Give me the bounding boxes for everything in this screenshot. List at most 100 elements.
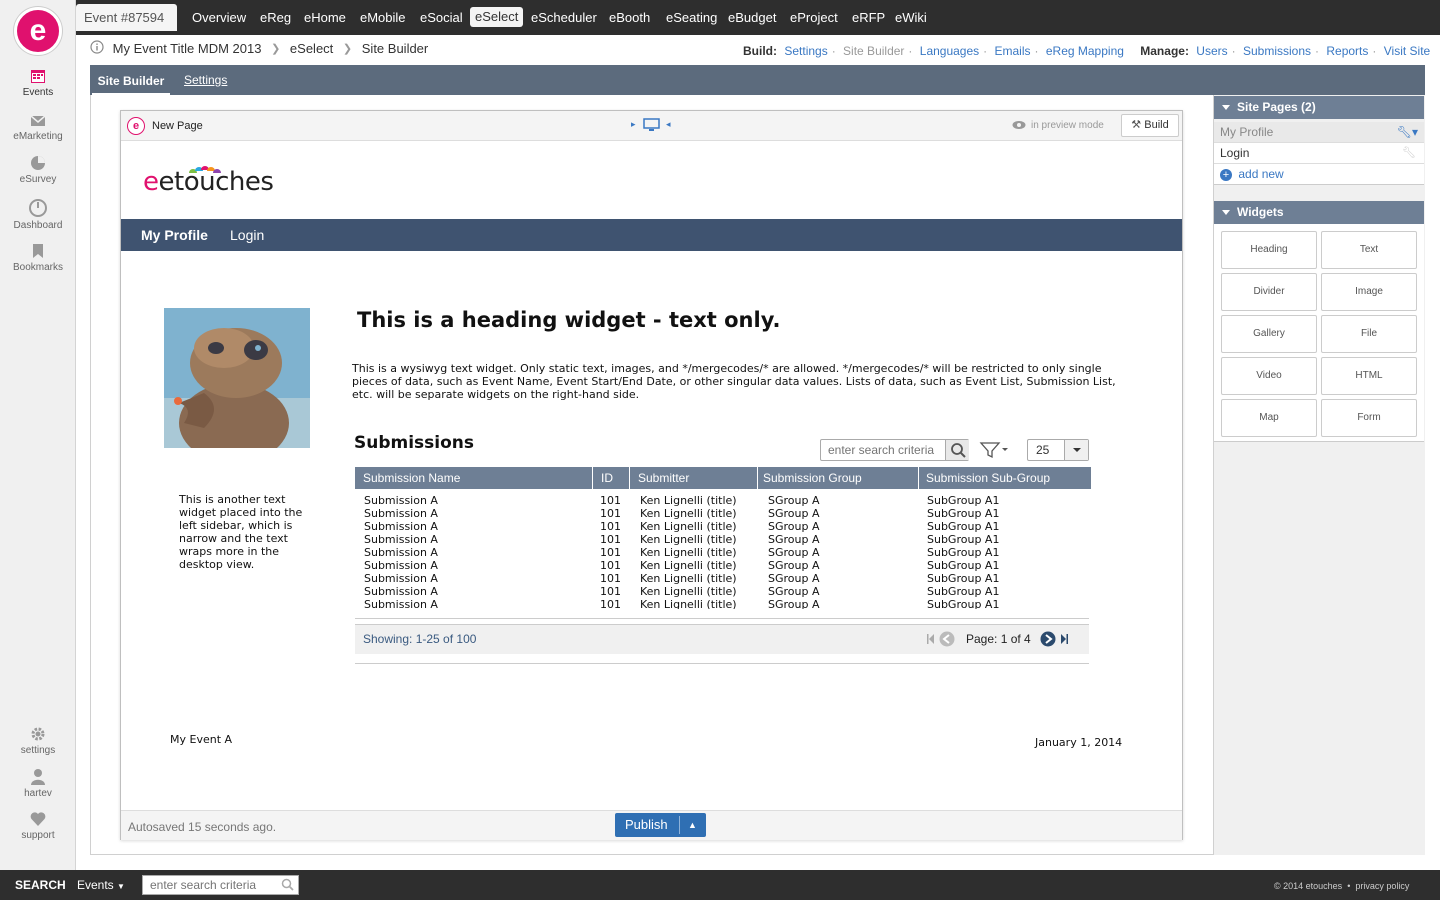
per-page-select[interactable]: 25 xyxy=(1027,439,1089,461)
global-search[interactable] xyxy=(142,875,299,895)
filter-icon[interactable] xyxy=(979,441,1011,462)
module-emobile[interactable]: eMobile xyxy=(360,0,406,35)
heading-widget[interactable]: This is a heading widget - text only. xyxy=(357,308,780,332)
module-eproject[interactable]: eProject xyxy=(790,0,838,35)
build-link-ereg-mapping[interactable]: eReg Mapping xyxy=(1046,44,1124,58)
breadcrumb-module[interactable]: eSelect xyxy=(290,41,333,56)
nav-item-esurvey[interactable]: eSurvey xyxy=(0,155,76,185)
site-page-login[interactable]: Login 🔧︎ xyxy=(1214,143,1424,164)
table-cell: SubGroup A1 xyxy=(927,507,1000,520)
footer-event-name[interactable]: My Event A xyxy=(170,733,232,746)
module-ereg[interactable]: eReg xyxy=(260,0,291,35)
tab-settings[interactable]: Settings xyxy=(184,73,227,87)
top-module-bar: Event #87594 Overview eReg eHome eMobile… xyxy=(76,0,1440,35)
site-nav-my-profile[interactable]: My Profile xyxy=(141,219,208,251)
sidebar-text-widget[interactable]: This is another text widget placed into … xyxy=(179,493,304,571)
etouches-logo[interactable]: e xyxy=(14,7,62,55)
publish-button[interactable]: Publish ▲ xyxy=(615,813,706,837)
module-ewiki[interactable]: eWiki xyxy=(895,0,927,35)
event-tab[interactable]: Event #87594 xyxy=(76,4,177,31)
table-cell: Ken Lignelli (title) xyxy=(640,533,737,546)
widget-image[interactable]: Image xyxy=(1321,273,1417,311)
module-escheduler[interactable]: eScheduler xyxy=(531,0,597,35)
prev-page-icon[interactable] xyxy=(939,631,955,650)
nav-item-settings[interactable]: settings xyxy=(0,726,76,756)
module-eseating[interactable]: eSeating xyxy=(666,0,717,35)
build-button[interactable]: ⚒ Build xyxy=(1121,114,1179,137)
module-erfp[interactable]: eRFP xyxy=(852,0,885,35)
wrench-icon[interactable]: 🔧︎ xyxy=(1402,143,1416,163)
tab-site-builder[interactable]: Site Builder xyxy=(92,69,170,95)
table-cell: SGroup A xyxy=(768,546,820,559)
submissions-search[interactable] xyxy=(820,439,969,461)
wrench-icon[interactable]: 🔧︎▾ xyxy=(1397,122,1418,142)
add-new-page[interactable]: + add new xyxy=(1214,164,1424,185)
next-page-icon[interactable] xyxy=(1040,631,1056,650)
site-pages-header[interactable]: Site Pages (2) xyxy=(1214,96,1424,119)
manage-link-visit-site[interactable]: Visit Site xyxy=(1384,44,1430,58)
module-ebudget[interactable]: eBudget xyxy=(728,0,776,35)
info-icon[interactable] xyxy=(90,40,104,57)
privacy-link[interactable]: privacy policy xyxy=(1355,881,1409,891)
left-nav: e Events eMarketing eSurvey Dashboard Bo… xyxy=(0,0,76,870)
module-overview[interactable]: Overview xyxy=(192,0,246,35)
submissions-title: Submissions xyxy=(354,433,475,453)
module-esocial[interactable]: eSocial xyxy=(420,0,463,35)
footer-event-date[interactable]: January 1, 2014 xyxy=(1035,736,1122,749)
manage-link-users[interactable]: Users xyxy=(1196,44,1227,58)
nav-item-user[interactable]: hartev xyxy=(0,768,76,799)
nav-item-bookmarks[interactable]: Bookmarks xyxy=(0,243,76,273)
arrow-right-icon[interactable]: ▸ xyxy=(631,119,636,130)
desktop-icon[interactable] xyxy=(643,118,660,135)
build-manage-menu: Build: Settings · Site Builder · Languages… xyxy=(743,44,1431,58)
widget-html[interactable]: HTML xyxy=(1321,357,1417,395)
last-page-icon[interactable] xyxy=(1060,633,1068,648)
global-search-input[interactable] xyxy=(143,876,278,894)
widget-form[interactable]: Form xyxy=(1321,399,1417,437)
table-cell: 101 xyxy=(600,598,621,609)
search-icon[interactable] xyxy=(945,440,969,460)
widgets-header[interactable]: Widgets xyxy=(1214,201,1424,224)
table-cell: SubGroup A1 xyxy=(927,533,1000,546)
page-name[interactable]: New Page xyxy=(152,120,203,132)
nav-item-dashboard[interactable]: Dashboard xyxy=(0,199,76,231)
table-cell: SubGroup A1 xyxy=(927,494,1000,507)
widget-file[interactable]: File xyxy=(1321,315,1417,353)
widget-divider[interactable]: Divider xyxy=(1221,273,1317,311)
site-page-my-profile[interactable]: My Profile 🔧︎▾ xyxy=(1214,122,1424,143)
build-link-languages[interactable]: Languages xyxy=(920,44,979,58)
widget-map[interactable]: Map xyxy=(1221,399,1317,437)
autosave-status: Autosaved 15 seconds ago. xyxy=(128,820,277,834)
search-label: SEARCH xyxy=(15,878,66,892)
manage-link-reports[interactable]: Reports xyxy=(1326,44,1368,58)
nav-item-support[interactable]: support xyxy=(0,811,76,841)
submissions-search-input[interactable] xyxy=(821,440,945,460)
module-ehome[interactable]: eHome xyxy=(304,0,346,35)
caret-up-icon[interactable]: ▲ xyxy=(688,813,697,837)
widget-text[interactable]: Text xyxy=(1321,231,1417,269)
nav-item-emarketing[interactable]: eMarketing xyxy=(0,114,76,142)
build-link-emails[interactable]: Emails xyxy=(995,44,1031,58)
module-ebooth[interactable]: eBooth xyxy=(609,0,650,35)
chevron-down-icon[interactable] xyxy=(1064,440,1088,460)
site-header: eetouches xyxy=(121,141,1182,219)
preview-mode-label[interactable]: in preview mode xyxy=(1031,120,1104,131)
search-icon[interactable] xyxy=(281,878,294,894)
site-nav-login[interactable]: Login xyxy=(230,219,264,251)
pager-divider xyxy=(355,663,1089,664)
manage-link-submissions[interactable]: Submissions xyxy=(1243,44,1311,58)
build-link-settings[interactable]: Settings xyxy=(784,44,827,58)
breadcrumb-event[interactable]: My Event Title MDM 2013 xyxy=(113,41,262,56)
widget-video[interactable]: Video xyxy=(1221,357,1317,395)
search-scope-dropdown[interactable]: Events ▼ xyxy=(77,878,125,892)
table-cell: SubGroup A1 xyxy=(927,598,1000,609)
table-cell: Submission A xyxy=(364,572,438,585)
first-page-icon[interactable] xyxy=(927,633,935,648)
module-eselect[interactable]: eSelect xyxy=(470,7,524,27)
image-widget[interactable] xyxy=(164,308,310,448)
arrow-left-icon[interactable]: ◂ xyxy=(666,119,671,130)
text-widget[interactable]: This is a wysiwyg text widget. Only stat… xyxy=(352,362,1132,401)
nav-item-events[interactable]: Events xyxy=(0,68,76,98)
widget-gallery[interactable]: Gallery xyxy=(1221,315,1317,353)
widget-heading[interactable]: Heading xyxy=(1221,231,1317,269)
